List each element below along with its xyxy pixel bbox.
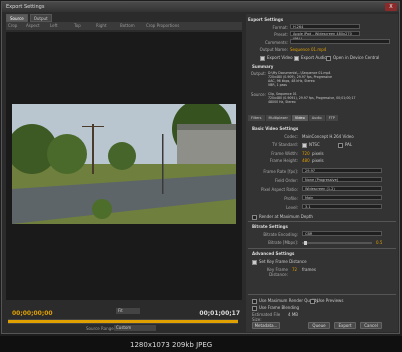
export-settings-heading: Export Settings [248, 17, 284, 22]
frame-height-unit: pixels [312, 158, 324, 163]
frame-height-label: Frame Height: [269, 158, 298, 163]
field-order-label: Field Order: [274, 178, 298, 183]
summary-heading: Summary [252, 64, 274, 69]
crop-left[interactable]: Left [50, 23, 58, 28]
pixel-aspect-label: Pixel Aspect Ratio: [261, 187, 298, 192]
tab-filters[interactable]: Filters [248, 115, 265, 121]
frame-blending-checkbox[interactable]: Use Frame Blending [252, 305, 299, 311]
close-button[interactable]: X [385, 3, 397, 11]
bitrate-slider-thumb[interactable] [304, 241, 307, 245]
image-info-bar: 1280x1073 209kb JPEG [0, 336, 402, 352]
settings-panel: Export Settings Format: H.264 Preset: Ap… [246, 14, 398, 332]
source-toolbar: Crop Aspect Left Top Right Bottom Crop P… [6, 22, 242, 30]
export-button[interactable]: Export [334, 322, 356, 329]
format-select[interactable]: H.264 [290, 24, 360, 29]
bitrate-encoding-label: Bitrate Encoding: [263, 232, 298, 237]
export-video-checkbox[interactable]: Export Video [260, 55, 293, 61]
render-max-depth-checkbox[interactable]: Render at Maximum Depth [252, 214, 313, 220]
profile-label: Profile: [284, 196, 298, 201]
pixel-aspect-select[interactable]: Widescreen (1.2) [302, 186, 382, 191]
tab-audio[interactable]: Audio [308, 115, 325, 121]
divider [248, 248, 396, 249]
crop-top[interactable]: Top [74, 23, 81, 28]
tab-output[interactable]: Output [29, 14, 52, 22]
file-size-label: Estimated File Size: [252, 312, 281, 322]
field-order-select[interactable]: None (Progressive) [302, 177, 382, 182]
tv-standard-label: TV Standard: [272, 142, 298, 147]
key-frame-unit: frames [302, 267, 316, 272]
output-name-link[interactable]: Sequence 01.mp4 [290, 47, 326, 52]
summary-output-label: Output: [250, 71, 266, 76]
tab-multiplexer[interactable]: Multiplexer [265, 115, 291, 121]
crop-proportions[interactable]: Crop Proportions [146, 23, 179, 28]
open-device-central-checkbox[interactable]: Open in Device Central [326, 55, 379, 61]
video-scene-image [12, 104, 236, 224]
frame-rate-select[interactable]: 29.97 [302, 168, 382, 173]
timecode-start[interactable]: 00;00;00;00 [12, 310, 53, 317]
frame-width-unit: pixels [312, 151, 324, 156]
ntsc-radio[interactable]: NTSC [302, 142, 320, 148]
tab-video[interactable]: Video [291, 115, 308, 121]
frame-width-label: Frame Width: [271, 151, 298, 156]
level-select[interactable]: 3.1 [302, 204, 382, 209]
bitrate-slider[interactable] [302, 241, 372, 245]
summary-output-text: D:\My Documents\...\Sequence 01.mp4 720x… [268, 71, 333, 87]
divider [248, 294, 396, 295]
key-frame-value[interactable]: 72 [292, 267, 297, 272]
comments-label: Comments: [264, 40, 288, 45]
comments-input[interactable] [290, 39, 390, 44]
summary-source-text: Clip, Sequence 01 720x480 (0.9091), 29.9… [268, 92, 356, 104]
pal-radio[interactable]: PAL [338, 142, 352, 148]
crop-right[interactable]: Right [96, 23, 107, 28]
tab-source[interactable]: Source [6, 14, 28, 22]
file-size-value: 4 MB [288, 312, 299, 317]
video-frame [12, 104, 236, 224]
use-previews-checkbox[interactable]: Use Previews [310, 298, 343, 304]
key-frame-label: Key Frame Distance: [267, 267, 288, 277]
frame-height-value[interactable]: 480 [302, 158, 310, 163]
bitrate-value[interactable]: 0.5 [376, 240, 382, 245]
advanced-settings-heading: Advanced Settings [252, 251, 295, 256]
output-name-label: Output Name: [259, 47, 288, 52]
frame-width-value[interactable]: 720 [302, 151, 310, 156]
frame-rate-label: Frame Rate [fps]: [263, 169, 298, 174]
aspect-label: Aspect [26, 23, 40, 28]
format-label: Format: [272, 25, 288, 30]
source-output-tabs: Source Output [6, 14, 52, 22]
queue-button[interactable]: Queue [308, 322, 330, 329]
window-title: Export Settings [6, 4, 45, 10]
crop-bottom[interactable]: Bottom [120, 23, 135, 28]
zoom-fit-select[interactable]: Fit [116, 308, 140, 314]
preset-label: Preset: [274, 32, 288, 37]
source-range-label: Source Range: [86, 326, 116, 331]
level-label: Level: [286, 205, 298, 210]
timecode-end: 00;01;00;17 [199, 310, 240, 317]
metadata-button[interactable]: Metadata... [252, 322, 280, 329]
bitrate-encoding-select[interactable]: CBR [302, 231, 382, 236]
codec-value: MainConcept H.264 Video [302, 134, 354, 139]
image-info-text: 1280x1073 209kb JPEG [130, 341, 213, 349]
preset-select[interactable]: Apple iPod - Widescreen 480x270 (PAL) [290, 31, 360, 41]
source-range-select[interactable]: Custom [114, 325, 156, 331]
basic-video-settings-heading: Basic Video Settings [252, 126, 299, 131]
work-area-bar[interactable] [8, 320, 238, 323]
tab-ftp[interactable]: FTP [325, 115, 338, 121]
divider [248, 221, 396, 222]
bitrate-settings-heading: Bitrate Settings [252, 224, 288, 229]
codec-label: Codec: [284, 134, 298, 139]
preview-viewer [6, 32, 242, 300]
cancel-button[interactable]: Cancel [360, 322, 382, 329]
settings-sub-tabs: Filters Multiplexer Video Audio FTP [248, 115, 338, 121]
export-settings-window: Export Settings X Source Output Crop Asp… [1, 1, 400, 334]
profile-select[interactable]: Main [302, 195, 382, 200]
titlebar: Export Settings X [2, 2, 399, 12]
crop-tool[interactable]: Crop [8, 23, 17, 28]
bitrate-label: Bitrate [Mbps]: [268, 240, 298, 245]
export-audio-checkbox[interactable]: Export Audio [294, 55, 327, 61]
summary-source-label: Source: [250, 92, 266, 97]
max-render-quality-checkbox[interactable]: Use Maximum Render Quality [252, 298, 319, 304]
timeline: 00;00;00;00 Fit 00;01;00;17 Source Range… [6, 302, 242, 332]
set-key-frame-checkbox[interactable]: Set Key Frame Distance [252, 259, 307, 265]
